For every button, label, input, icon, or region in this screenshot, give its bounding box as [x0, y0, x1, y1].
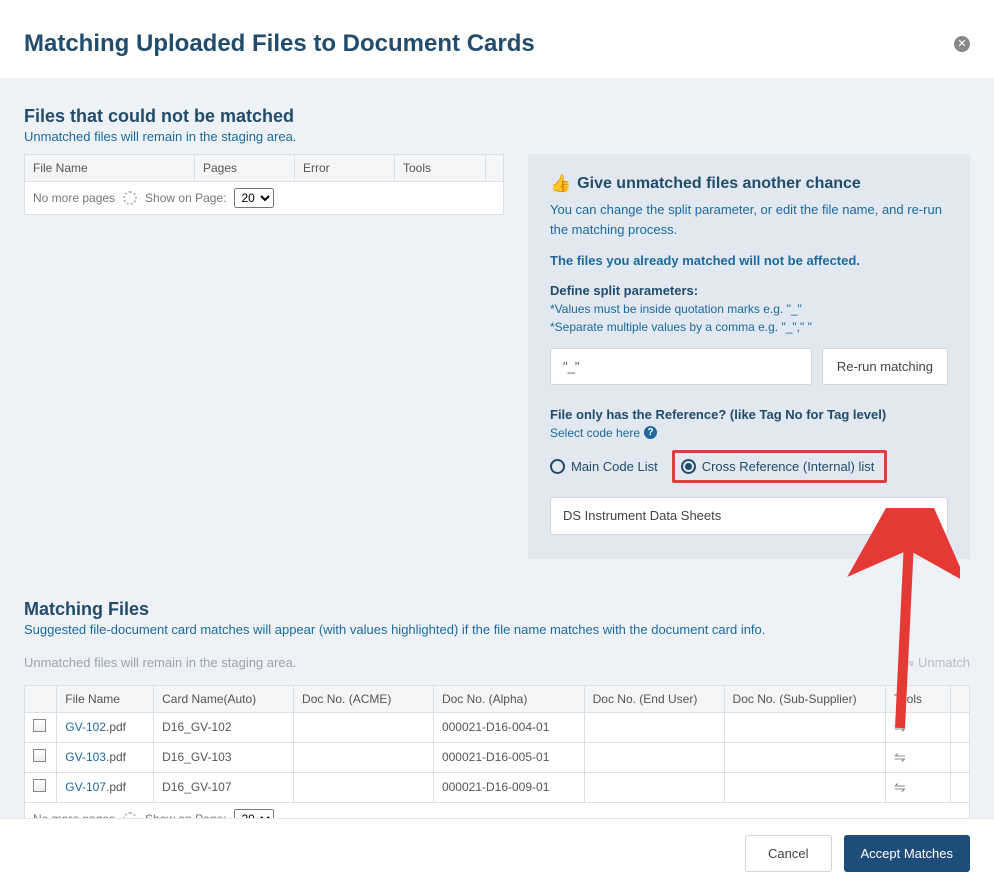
- cell-alpha: 000021-D16-009-01: [433, 772, 584, 802]
- panel-note2: *Separate multiple values by a comma e.g…: [550, 318, 948, 336]
- col-spacer: [486, 155, 504, 182]
- col-error[interactable]: Error: [295, 155, 395, 182]
- col-cardname[interactable]: Card Name(Auto): [154, 685, 294, 712]
- col-sub[interactable]: Doc No. (Sub-Supplier): [724, 685, 885, 712]
- spinner-icon: [123, 191, 137, 205]
- unmatched-subtitle: Unmatched files will remain in the stagi…: [24, 129, 970, 144]
- radio-cross-reference[interactable]: Cross Reference (Internal) list: [672, 450, 888, 483]
- col-tools[interactable]: Tools: [885, 685, 950, 712]
- dropdown-value: DS Instrument Data Sheets: [563, 508, 721, 523]
- pager-show-label: Show on Page:: [145, 812, 226, 819]
- cell-sub: [724, 772, 885, 802]
- cell-acme: [294, 772, 434, 802]
- unlink-icon[interactable]: ⇋: [894, 779, 906, 795]
- cell-filename: GV-107.pdf: [57, 772, 154, 802]
- row-checkbox[interactable]: [33, 719, 46, 732]
- radio-main-label: Main Code List: [571, 459, 658, 474]
- pager-nomore: No more pages: [33, 191, 115, 205]
- cell-tools: ⇋: [885, 712, 950, 742]
- unlink-icon: ⇋: [903, 655, 914, 671]
- accept-button[interactable]: Accept Matches: [844, 835, 971, 872]
- matching-table: File Name Card Name(Auto) Doc No. (ACME)…: [24, 685, 970, 803]
- panel-title: Give unmatched files another chance: [577, 175, 861, 193]
- row-checkbox[interactable]: [33, 779, 46, 792]
- dropdown-clear-icon[interactable]: ×: [903, 508, 911, 524]
- cell-tools: ⇋: [885, 772, 950, 802]
- col-check: [25, 685, 57, 712]
- panel-note1: *Values must be inside quotation marks e…: [550, 300, 948, 318]
- col-spacer: [950, 685, 969, 712]
- col-pages[interactable]: Pages: [195, 155, 295, 182]
- cell-filename: GV-103.pdf: [57, 742, 154, 772]
- code-dropdown[interactable]: DS Instrument Data Sheets × ⌄: [550, 497, 948, 535]
- cell-alpha: 000021-D16-005-01: [433, 742, 584, 772]
- cancel-button[interactable]: Cancel: [745, 835, 831, 872]
- unmatched-pager: No more pages Show on Page: 20: [24, 182, 504, 215]
- cell-alpha: 000021-D16-004-01: [433, 712, 584, 742]
- pager-select[interactable]: 20: [234, 809, 274, 819]
- close-icon[interactable]: ✕: [954, 36, 970, 52]
- matching-note: Unmatched files will remain in the stagi…: [24, 655, 296, 670]
- file-link[interactable]: GV-107: [65, 780, 106, 794]
- pager-show-label: Show on Page:: [145, 191, 226, 205]
- help-icon[interactable]: ?: [644, 426, 657, 439]
- unmatch-label: Unmatch: [918, 655, 970, 670]
- define-label: Define split parameters:: [550, 283, 948, 298]
- pager-nomore: No more pages: [33, 812, 115, 819]
- panel-line1: You can change the split parameter, or e…: [550, 200, 948, 239]
- cell-sub: [724, 712, 885, 742]
- radio-icon: [550, 459, 565, 474]
- unmatched-title: Files that could not be matched: [24, 106, 970, 127]
- cell-sub: [724, 742, 885, 772]
- col-acme[interactable]: Doc No. (ACME): [294, 685, 434, 712]
- radio-main-code[interactable]: Main Code List: [550, 459, 658, 474]
- unlink-icon[interactable]: ⇋: [894, 749, 906, 765]
- thumbs-up-icon: 👍: [550, 174, 571, 194]
- col-alpha[interactable]: Doc No. (Alpha): [433, 685, 584, 712]
- cell-acme: [294, 712, 434, 742]
- pager-select[interactable]: 20: [234, 188, 274, 208]
- dialog-title: Matching Uploaded Files to Document Card…: [24, 30, 535, 58]
- reference-question: File only has the Reference? (like Tag N…: [550, 407, 948, 422]
- select-here-label: Select code here: [550, 426, 640, 440]
- spinner-icon: [123, 812, 137, 819]
- radio-cross-label: Cross Reference (Internal) list: [702, 459, 875, 474]
- col-filename[interactable]: File Name: [57, 685, 154, 712]
- unmatch-button[interactable]: ⇋ Unmatch: [903, 655, 970, 671]
- cell-enduser: [584, 712, 724, 742]
- cell-enduser: [584, 772, 724, 802]
- table-row: GV-102.pdfD16_GV-102 000021-D16-004-01 ⇋: [25, 712, 970, 742]
- content-area: Files that could not be matched Unmatche…: [0, 78, 994, 818]
- cell-filename: GV-102.pdf: [57, 712, 154, 742]
- cell-enduser: [584, 742, 724, 772]
- unlink-icon[interactable]: ⇋: [894, 719, 906, 735]
- radio-icon-checked: [681, 459, 696, 474]
- panel-line2: The files you already matched will not b…: [550, 253, 860, 268]
- rerun-button[interactable]: Re-run matching: [822, 348, 948, 385]
- matching-pager: No more pages Show on Page: 20: [24, 803, 970, 819]
- cell-cardname: D16_GV-103: [154, 742, 294, 772]
- table-row: GV-107.pdfD16_GV-107 000021-D16-009-01 ⇋: [25, 772, 970, 802]
- split-input[interactable]: [550, 348, 812, 385]
- cell-acme: [294, 742, 434, 772]
- table-row: GV-103.pdfD16_GV-103 000021-D16-005-01 ⇋: [25, 742, 970, 772]
- chevron-down-icon[interactable]: ⌄: [925, 510, 935, 524]
- unmatched-table: File Name Pages Error Tools: [24, 154, 504, 182]
- dialog-footer: Cancel Accept Matches: [0, 818, 994, 888]
- row-checkbox[interactable]: [33, 749, 46, 762]
- file-link[interactable]: GV-102: [65, 720, 106, 734]
- retry-panel: 👍 Give unmatched files another chance Yo…: [528, 154, 970, 559]
- col-tools[interactable]: Tools: [395, 155, 486, 182]
- cell-cardname: D16_GV-107: [154, 772, 294, 802]
- file-link[interactable]: GV-103: [65, 750, 106, 764]
- cell-cardname: D16_GV-102: [154, 712, 294, 742]
- col-enduser[interactable]: Doc No. (End User): [584, 685, 724, 712]
- cell-tools: ⇋: [885, 742, 950, 772]
- matching-title: Matching Files: [24, 599, 970, 620]
- col-filename[interactable]: File Name: [25, 155, 195, 182]
- matching-subtitle: Suggested file-document card matches wil…: [24, 622, 970, 637]
